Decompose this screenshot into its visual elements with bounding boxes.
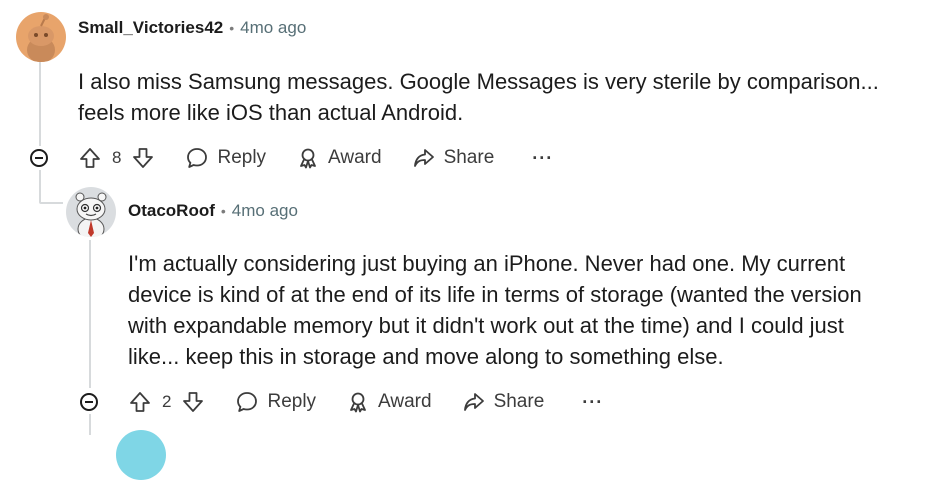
share-label: Share xyxy=(493,391,545,412)
comment-line: I'm actually considering just buying an … xyxy=(128,251,846,276)
more-options-icon[interactable]: ··· xyxy=(532,148,553,169)
avatar[interactable] xyxy=(66,187,116,237)
share-button[interactable]: Share xyxy=(462,390,545,414)
award-icon xyxy=(300,148,316,169)
collapse-button[interactable] xyxy=(30,149,48,167)
share-icon xyxy=(413,149,434,167)
award-button[interactable]: Award xyxy=(296,146,382,170)
comment-line: feels more like iOS than actual Android. xyxy=(78,100,464,125)
timestamp[interactable]: 4mo ago xyxy=(240,18,306,38)
action-bar: 2 Reply Award Share ··· xyxy=(128,387,603,417)
vote-count: 2 xyxy=(162,392,172,411)
avatar[interactable] xyxy=(116,430,166,480)
downvote-icon[interactable] xyxy=(181,390,205,414)
thread-line-connector-horizontal xyxy=(41,202,63,204)
comment-line: with expandable memory but it didn't wor… xyxy=(128,313,844,338)
thread-line-connector xyxy=(39,170,41,204)
reply-icon xyxy=(237,392,258,412)
comment-line: I also miss Samsung messages. Google Mes… xyxy=(78,69,879,94)
snoo-avatar-icon xyxy=(16,12,66,62)
comment-body: I'm actually considering just buying an … xyxy=(128,248,862,372)
more-options-icon[interactable]: ··· xyxy=(582,392,603,413)
collapse-button[interactable] xyxy=(80,393,98,411)
thread-line-reply xyxy=(89,240,91,388)
vote-controls: 8 xyxy=(78,146,155,170)
comment-body: I also miss Samsung messages. Google Mes… xyxy=(78,66,879,128)
share-icon xyxy=(463,393,484,411)
separator-dot: • xyxy=(220,203,226,219)
award-icon xyxy=(350,392,366,413)
vote-controls: 2 xyxy=(128,390,205,414)
award-button[interactable]: Award xyxy=(346,390,432,414)
upvote-icon[interactable] xyxy=(78,146,102,170)
thread-line-top-level xyxy=(39,60,41,146)
thread-line-reply-bottom xyxy=(89,414,91,435)
avatar[interactable] xyxy=(16,12,66,62)
award-label: Award xyxy=(328,147,382,168)
reply-button[interactable]: Reply xyxy=(235,390,316,414)
comment-line: device is kind of at the end of its life… xyxy=(128,282,862,307)
timestamp[interactable]: 4mo ago xyxy=(232,201,298,221)
username[interactable]: OtacoRoof xyxy=(128,201,215,221)
reply-button[interactable]: Reply xyxy=(185,146,266,170)
downvote-icon[interactable] xyxy=(131,146,155,170)
share-label: Share xyxy=(443,147,495,168)
comment-header: OtacoRoof • 4mo ago xyxy=(128,199,298,223)
comment-line: like... keep this in storage and move al… xyxy=(128,344,724,369)
comment-header: Small_Victories42 • 4mo ago xyxy=(78,16,306,40)
action-bar: 8 Reply Award Share ··· xyxy=(78,143,553,173)
upvote-icon[interactable] xyxy=(128,390,152,414)
separator-dot: • xyxy=(229,20,235,36)
vote-count: 8 xyxy=(112,148,122,167)
reply-label: Reply xyxy=(217,147,267,168)
share-button[interactable]: Share xyxy=(412,146,495,170)
reply-label: Reply xyxy=(267,391,317,412)
snoo-avatar-icon xyxy=(66,187,116,237)
reply-icon xyxy=(187,148,208,168)
award-label: Award xyxy=(378,391,432,412)
username[interactable]: Small_Victories42 xyxy=(78,18,223,38)
